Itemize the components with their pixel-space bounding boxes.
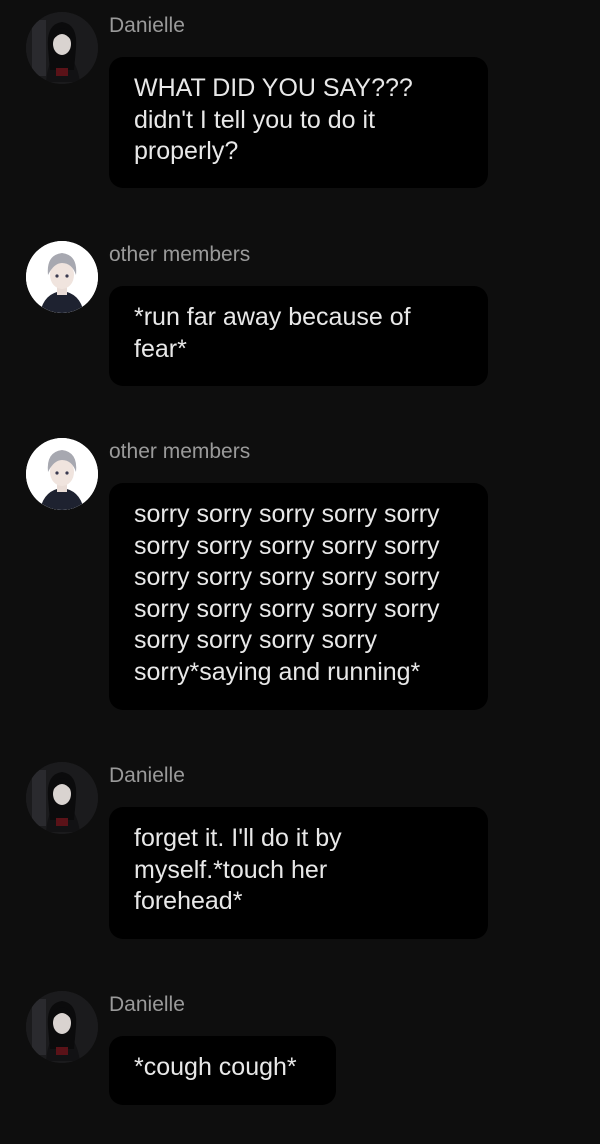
message-bubble: WHAT DID YOU SAY??? didn't I tell you to…	[109, 57, 488, 188]
message-item: other members *run far away because of f…	[0, 241, 600, 391]
message-bubble: sorry sorry sorry sorry sorry sorry sorr…	[109, 483, 488, 710]
message-bubble: forget it. I'll do it by myself.*touch h…	[109, 807, 488, 939]
message-bubble: *cough cough*	[109, 1036, 336, 1105]
sender-name: Danielle	[109, 14, 185, 37]
danielle-avatar[interactable]	[26, 12, 98, 84]
sender-name: Danielle	[109, 993, 185, 1016]
sender-name: other members	[109, 243, 251, 266]
message-item: other members sorry sorry sorry sorry so…	[0, 438, 600, 713]
sender-name: Danielle	[109, 764, 185, 787]
other-members-avatar[interactable]	[26, 241, 98, 313]
message-item: Danielle forget it. I'll do it by myself…	[0, 762, 600, 942]
other-members-avatar[interactable]	[26, 438, 98, 510]
danielle-avatar[interactable]	[26, 762, 98, 834]
message-bubble: *run far away because of fear*	[109, 286, 488, 386]
danielle-avatar[interactable]	[26, 991, 98, 1063]
message-item: Danielle WHAT DID YOU SAY??? didn't I te…	[0, 12, 600, 192]
message-item: Danielle *cough cough*	[0, 991, 600, 1111]
sender-name: other members	[109, 440, 251, 463]
